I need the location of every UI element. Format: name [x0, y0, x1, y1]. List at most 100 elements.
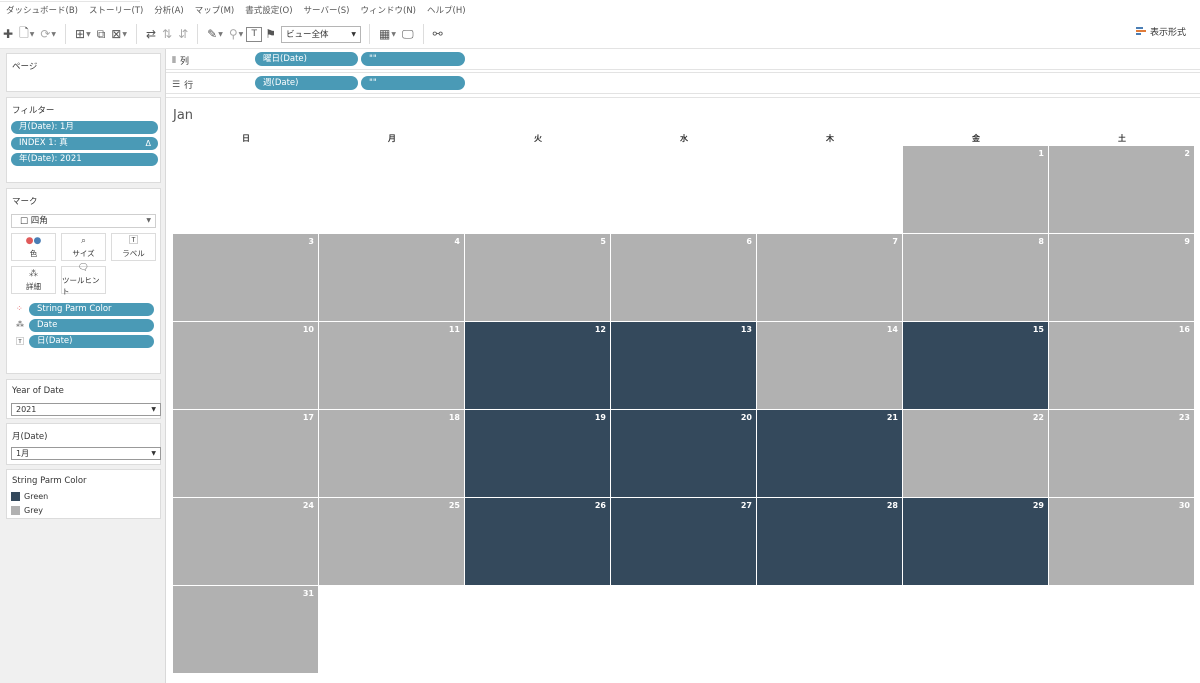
show-mark-labels-icon[interactable]: T — [246, 26, 263, 42]
rows-pill-week[interactable]: 週(Date) — [255, 76, 358, 90]
sort-descending-icon[interactable]: ⇵ — [175, 23, 191, 45]
day-cell[interactable]: 16 — [1049, 322, 1194, 409]
day-cell[interactable]: 13 — [611, 322, 756, 409]
group-members-icon[interactable]: ⚲ ▼ — [226, 23, 246, 45]
menu-window[interactable]: ウィンドウ(N) — [361, 4, 417, 16]
mark-field-pill-detail[interactable]: Date — [29, 319, 154, 332]
legend-item-grey[interactable]: Grey — [11, 506, 43, 515]
new-data-source-icon[interactable]: ✚ — [0, 23, 16, 45]
mark-field-pill-color[interactable]: String Parm Color — [29, 303, 154, 316]
menu-dashboard[interactable]: ダッシュボード(B) — [6, 4, 78, 16]
rows-pill-empty-string[interactable]: "" — [361, 76, 465, 90]
day-cell[interactable]: 9 — [1049, 234, 1194, 321]
mark-type-select[interactable]: □ 四角 ▼ — [11, 214, 156, 228]
pages-card[interactable]: ページ — [6, 53, 161, 92]
delta-icon: Δ — [145, 139, 151, 148]
day-cell[interactable]: 12 — [465, 322, 610, 409]
day-cell[interactable]: 8 — [903, 234, 1048, 321]
day-cell[interactable]: 6 — [611, 234, 756, 321]
tooltip-button-label: ツールヒント — [62, 276, 100, 296]
day-cell[interactable]: 18 — [319, 410, 464, 497]
day-number: 13 — [740, 325, 752, 334]
menu-help[interactable]: ヘルプ(H) — [427, 4, 466, 16]
filters-card[interactable]: フィルター 月(Date): 1月 INDEX 1: 真 Δ 年(Date): … — [6, 97, 161, 183]
filter-pill-month[interactable]: 月(Date): 1月 — [11, 121, 158, 134]
day-cell[interactable]: 30 — [1049, 498, 1194, 585]
day-number: 18 — [448, 413, 460, 422]
day-cell[interactable]: 27 — [611, 498, 756, 585]
duplicate-sheet-icon[interactable]: ⧉ — [94, 23, 109, 45]
day-cell[interactable]: 23 — [1049, 410, 1194, 497]
day-cell[interactable]: 28 — [757, 498, 902, 585]
highlight-icon[interactable]: ✎ ▼ — [204, 23, 226, 45]
toolbar-separator — [422, 24, 424, 44]
day-cell[interactable]: 24 — [173, 498, 318, 585]
size-button[interactable]: ⌕ サイズ — [61, 233, 106, 261]
color-legend-card: String Parm Color Green Grey — [6, 469, 161, 519]
show-me-button[interactable]: 表示形式 — [1135, 25, 1186, 38]
legend-swatch — [11, 506, 20, 515]
fix-axes-icon[interactable]: ⚑ — [262, 23, 279, 45]
day-cell[interactable]: 17 — [173, 410, 318, 497]
color-button[interactable]: ●● 色 — [11, 233, 56, 261]
refresh-icon[interactable]: ⟳ ▼ — [37, 23, 59, 45]
label-button-label: ラベル — [122, 248, 145, 258]
detail-button[interactable]: ⁂ 詳細 — [11, 266, 56, 294]
day-cell[interactable]: 31 — [173, 586, 318, 673]
day-cell[interactable]: 3 — [173, 234, 318, 321]
clear-sheet-icon[interactable]: ⊠ ▼ — [108, 23, 130, 45]
filter-pill-index[interactable]: INDEX 1: 真 Δ — [11, 137, 158, 150]
toolbar: ✚ 🗋 ▼ ⟳ ▼ ⊞ ▼ ⧉ ⊠ ▼ ⇄ ⇅ ⇵ ✎ ▼ ⚲ ▼ T ⚑ ビュー全体 ▼ … — [0, 20, 1200, 49]
rows-shelf[interactable]: ☰ 行 週(Date) "" — [166, 72, 1200, 94]
day-cell[interactable]: 5 — [465, 234, 610, 321]
day-cell[interactable]: 21 — [757, 410, 902, 497]
quick-filter-month-select[interactable]: 1月 ▼ — [11, 447, 161, 460]
quick-filter-year-select[interactable]: 2021 ▼ — [11, 403, 161, 416]
new-worksheet-icon[interactable]: ⊞ ▼ — [72, 23, 94, 45]
day-number: 6 — [746, 237, 752, 246]
presentation-mode-icon[interactable]: 🖵 — [399, 23, 417, 45]
day-cell[interactable]: 20 — [611, 410, 756, 497]
day-cell[interactable]: 26 — [465, 498, 610, 585]
menu-analysis[interactable]: 分析(A) — [154, 4, 183, 16]
day-cell[interactable]: 14 — [757, 322, 902, 409]
label-button[interactable]: 🅃 ラベル — [111, 233, 156, 261]
columns-shelf[interactable]: ⦀ 列 曜日(Date) "" — [166, 48, 1200, 70]
menu-format[interactable]: 書式設定(O) — [245, 4, 292, 16]
menu-map[interactable]: マップ(M) — [195, 4, 234, 16]
menu-server[interactable]: サーバー(S) — [304, 4, 350, 16]
filter-pill-label: 年(Date): 2021 — [19, 154, 82, 164]
day-cell[interactable]: 11 — [319, 322, 464, 409]
weekday-header: 木 — [826, 134, 834, 143]
day-cell[interactable]: 4 — [319, 234, 464, 321]
day-number: 20 — [740, 413, 752, 422]
day-cell[interactable]: 22 — [903, 410, 1048, 497]
day-cell[interactable]: 15 — [903, 322, 1048, 409]
show-hide-cards-icon[interactable]: ▦ ▼ — [376, 23, 399, 45]
day-cell[interactable]: 10 — [173, 322, 318, 409]
fit-select[interactable]: ビュー全体 ▼ — [281, 25, 362, 43]
share-icon[interactable]: ⚯ — [430, 23, 446, 45]
chevron-down-icon: ▼ — [351, 30, 357, 38]
pill-label: "" — [369, 54, 377, 64]
save-icon[interactable]: 🗋 ▼ — [16, 23, 37, 45]
columns-pill-weekday[interactable]: 曜日(Date) — [255, 52, 358, 66]
swap-rows-columns-icon[interactable]: ⇄ — [143, 23, 159, 45]
sort-ascending-icon[interactable]: ⇅ — [159, 23, 175, 45]
columns-pill-empty-string[interactable]: "" — [361, 52, 465, 66]
day-cell[interactable]: 25 — [319, 498, 464, 585]
day-number: 30 — [1178, 501, 1190, 510]
filter-pill-year[interactable]: 年(Date): 2021 — [11, 153, 158, 166]
legend-item-green[interactable]: Green — [11, 492, 48, 501]
day-cell[interactable]: 29 — [903, 498, 1048, 585]
tooltip-button[interactable]: 🗨 ツールヒント — [61, 263, 106, 296]
pill-label: 曜日(Date) — [263, 54, 307, 64]
mark-field-pill-label[interactable]: 日(Date) — [29, 335, 154, 348]
day-cell[interactable]: 1 — [903, 146, 1048, 233]
left-panel: ページ フィルター 月(Date): 1月 INDEX 1: 真 Δ 年(Dat… — [0, 49, 166, 683]
day-cell[interactable]: 2 — [1049, 146, 1194, 233]
menu-story[interactable]: ストーリー(T) — [89, 4, 143, 16]
day-cell[interactable]: 7 — [757, 234, 902, 321]
columns-shelf-label: ⦀ 列 — [172, 54, 189, 68]
day-cell[interactable]: 19 — [465, 410, 610, 497]
